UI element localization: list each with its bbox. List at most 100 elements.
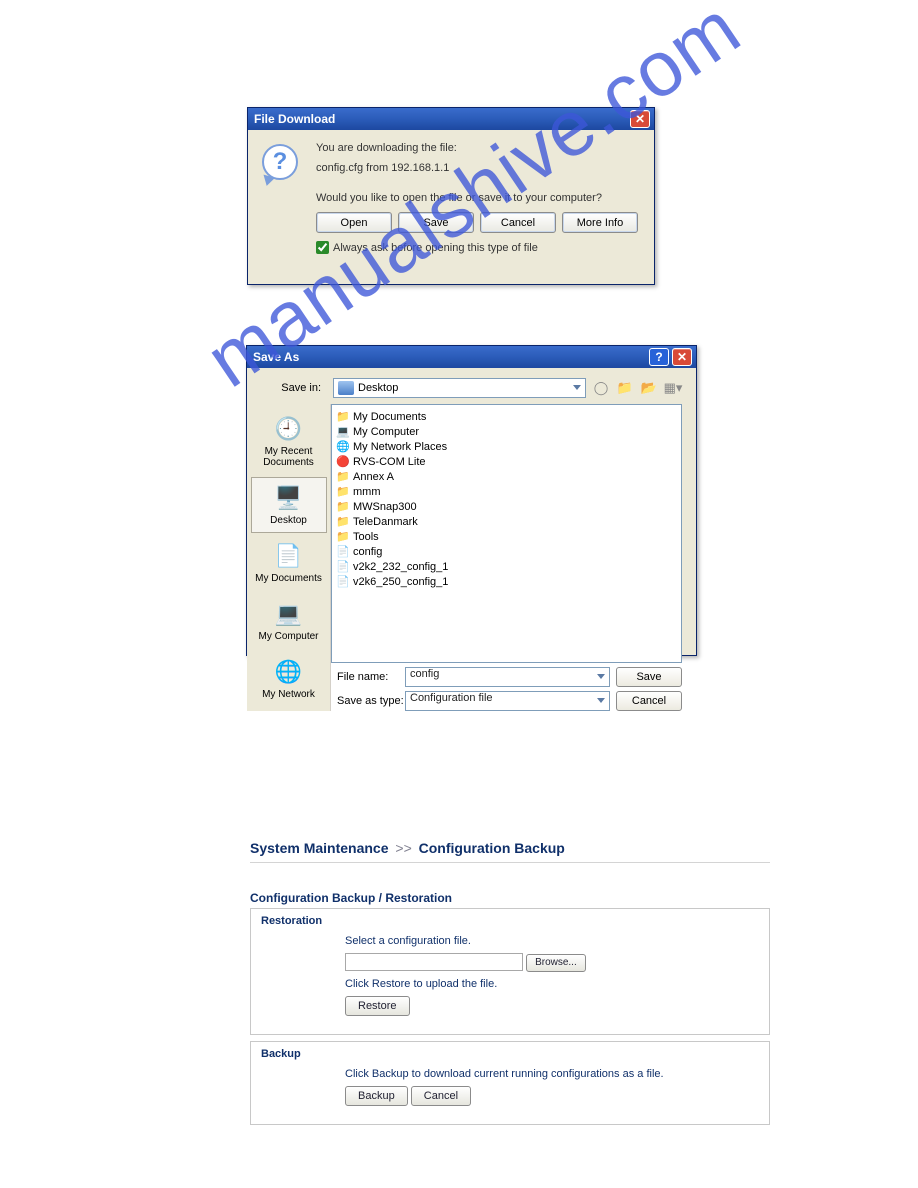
filetype-label: Save as type: [331, 695, 405, 707]
save-as-titlebar[interactable]: Save As ? ✕ [247, 346, 696, 368]
close-button[interactable]: ✕ [672, 348, 692, 366]
list-item-label: Annex A [353, 471, 394, 483]
save-in-row: Save in: Desktop ◯ 📁 📂 ▦▾ [247, 376, 688, 404]
download-line2: config.cfg from 192.168.1.1 [316, 162, 640, 174]
mydoc-icon: 📁 [336, 411, 350, 423]
breadcrumb-b: Configuration Backup [419, 840, 565, 856]
filename-value: config [410, 668, 439, 680]
question-icon: ? [262, 144, 298, 180]
always-ask-label: Always ask before opening this type of f… [333, 242, 538, 254]
list-item[interactable]: 📄v2k2_232_config_1 [336, 559, 677, 574]
restoration-panel: Restoration Select a configuration file.… [250, 908, 770, 1035]
list-item[interactable]: 🔴RVS-COM Lite [336, 454, 677, 469]
back-icon[interactable]: ◯ [592, 379, 610, 397]
file-icon: 📄 [336, 546, 350, 558]
list-item-label: My Network Places [353, 441, 447, 453]
folder-icon: 📁 [336, 501, 350, 513]
cancel-button[interactable]: Cancel [616, 691, 682, 711]
file-list[interactable]: 📁My Documents💻My Computer🌐My Network Pla… [331, 404, 682, 663]
desktop-icon: 🖥️ [273, 484, 305, 512]
list-item[interactable]: 📄config [336, 544, 677, 559]
save-in-label: Save in: [253, 382, 327, 394]
backup-panel: Backup Click Backup to download current … [250, 1041, 770, 1125]
list-item[interactable]: 📁TeleDanmark [336, 514, 677, 529]
close-button[interactable]: ✕ [630, 110, 650, 128]
network-icon: 🌐 [273, 658, 305, 686]
list-item[interactable]: 📁MWSnap300 [336, 499, 677, 514]
mycomp-icon: 💻 [336, 426, 350, 438]
list-item-label: mmm [353, 486, 381, 498]
recent-icon: 🕘 [273, 415, 305, 443]
backup-button[interactable]: Backup [345, 1086, 408, 1106]
save-as-body: Save in: Desktop ◯ 📁 📂 ▦▾ 🕘My Recent Doc… [247, 368, 696, 655]
places-bar: 🕘My Recent Documents 🖥️ Desktop 📄 My Docum… [247, 404, 331, 711]
chevron-icon: >> [392, 840, 414, 856]
section-title: Configuration Backup / Restoration [250, 891, 770, 905]
help-button[interactable]: ? [649, 348, 669, 366]
file-download-dialog: File Download ✕ ? You are downloading th… [247, 107, 655, 285]
place-label: My Computer [258, 631, 318, 642]
cancel-button[interactable]: Cancel [480, 212, 556, 233]
folder-icon: 📁 [336, 471, 350, 483]
file-download-title: File Download [252, 112, 630, 126]
place-desktop[interactable]: 🖥️ Desktop [251, 477, 327, 533]
list-item[interactable]: 📁Tools [336, 529, 677, 544]
backup-hint: Click Backup to download current running… [345, 1068, 759, 1080]
breadcrumb: System Maintenance >> Configuration Back… [250, 840, 770, 863]
select-file-label: Select a configuration file. [345, 935, 759, 947]
always-ask-checkbox[interactable] [316, 241, 329, 254]
more-info-button[interactable]: More Info [562, 212, 638, 233]
restore-hint: Click Restore to upload the file. [345, 978, 759, 990]
filetype-value: Configuration file [410, 692, 493, 704]
place-recent[interactable]: 🕘My Recent Documents [251, 408, 327, 475]
save-as-title: Save As [251, 350, 649, 364]
cancel-button[interactable]: Cancel [411, 1086, 471, 1106]
up-icon[interactable]: 📁 [616, 379, 634, 397]
place-mynetwork[interactable]: 🌐 My Network [251, 651, 327, 707]
folder-icon: 📁 [336, 516, 350, 528]
config-file-input[interactable] [345, 953, 523, 971]
breadcrumb-a: System Maintenance [250, 840, 389, 856]
net-icon: 🌐 [336, 441, 350, 453]
restore-button[interactable]: Restore [345, 996, 410, 1016]
list-item[interactable]: 📁mmm [336, 484, 677, 499]
save-as-bottom: File name: config Save as type: Configur… [331, 663, 688, 711]
list-item-label: v2k2_232_config_1 [353, 561, 448, 573]
list-item[interactable]: 📄v2k6_250_config_1 [336, 574, 677, 589]
always-ask-row: Always ask before opening this type of f… [316, 241, 640, 254]
place-label: Desktop [270, 515, 307, 526]
list-item-label: My Documents [353, 411, 426, 423]
file-download-titlebar[interactable]: File Download ✕ [248, 108, 654, 130]
save-button[interactable]: Save [398, 212, 474, 233]
filename-input[interactable]: config [405, 667, 610, 687]
list-item[interactable]: 💻My Computer [336, 424, 677, 439]
list-item[interactable]: 🌐My Network Places [336, 439, 677, 454]
save-in-combo[interactable]: Desktop [333, 378, 586, 398]
list-item-label: TeleDanmark [353, 516, 418, 528]
place-mydocs[interactable]: 📄 My Documents [251, 535, 327, 591]
list-item-label: RVS-COM Lite [353, 456, 426, 468]
filetype-combo[interactable]: Configuration file [405, 691, 610, 711]
folder-icon: 📁 [336, 486, 350, 498]
desktop-icon [338, 381, 354, 395]
place-label: My Network [262, 689, 315, 700]
folder-icon: 📁 [336, 531, 350, 543]
backup-legend: Backup [261, 1048, 759, 1060]
filename-label: File name: [331, 671, 405, 683]
save-as-dialog: Save As ? ✕ Save in: Desktop ◯ 📁 📂 ▦▾ 🕘M… [246, 345, 697, 656]
documents-icon: 📄 [273, 542, 305, 570]
file-icon: 📄 [336, 576, 350, 588]
list-item[interactable]: 📁My Documents [336, 409, 677, 424]
place-label: My Documents [255, 573, 322, 584]
rvs-icon: 🔴 [336, 456, 350, 468]
place-mycomputer[interactable]: 💻My Computer [251, 593, 327, 649]
list-item[interactable]: 📁Annex A [336, 469, 677, 484]
new-folder-icon[interactable]: 📂 [640, 379, 658, 397]
restoration-legend: Restoration [261, 915, 759, 927]
browse-button[interactable]: Browse... [526, 954, 586, 972]
list-item-label: MWSnap300 [353, 501, 417, 513]
save-button[interactable]: Save [616, 667, 682, 687]
save-in-value: Desktop [358, 382, 398, 394]
views-icon[interactable]: ▦▾ [664, 379, 682, 397]
open-button[interactable]: Open [316, 212, 392, 233]
